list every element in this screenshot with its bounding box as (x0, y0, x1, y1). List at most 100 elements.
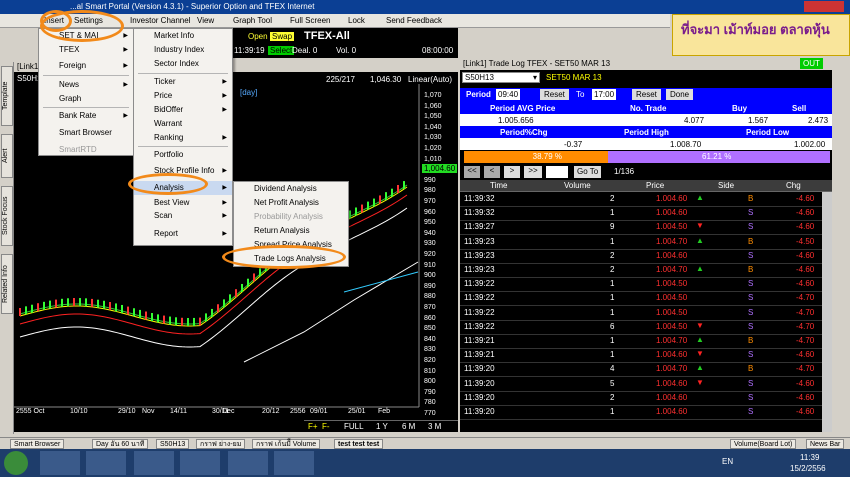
menu-insert[interactable]: Insert (44, 14, 64, 28)
menu-item-portfolio[interactable]: Portfolio (134, 148, 232, 162)
menu-item-market-info[interactable]: Market Info (134, 29, 232, 43)
table-row[interactable]: 11:39:27 9 1.004.50 ▼ S -4.60 (460, 220, 832, 236)
news-bar-button[interactable]: News Bar (806, 439, 845, 449)
menu-item-price[interactable]: Price ▶ (134, 89, 232, 103)
line-icon[interactable] (274, 451, 314, 475)
explorer-icon[interactable] (86, 451, 126, 475)
symbol-select[interactable]: S50H13 ▾ (462, 72, 540, 83)
page-input[interactable] (546, 166, 568, 178)
menu-item-analysis[interactable]: Analysis ▶ (134, 181, 232, 195)
tab-graph-volume[interactable]: กราฟ เก้นมีี Volume (252, 439, 321, 449)
menu-item-stock-profile[interactable]: Stock Profile Info ▶ (134, 164, 232, 178)
menu-item-tfex[interactable]: TFEX ▶ (39, 43, 133, 57)
x-date-label: 09/01 (310, 408, 328, 415)
period-from-input[interactable]: 09:40 (496, 89, 521, 100)
out-button[interactable]: OUT (800, 58, 823, 69)
tab-alert[interactable]: Alert (1, 134, 13, 178)
scrollbar[interactable] (822, 192, 832, 432)
table-row[interactable]: 11:39:20 1 1.004.60 S -4.60 (460, 405, 832, 420)
ad-banner[interactable]: ที่จะมา เม้าท์มอย ตลาดหุ้น (672, 14, 850, 56)
menu-item-trade-logs-analysis[interactable]: Trade Logs Analysis (234, 252, 348, 266)
menu-item-report[interactable]: Report ▶ (134, 227, 232, 241)
menu-item-net-profit-analysis[interactable]: Net Profit Analysis (234, 196, 348, 210)
f-plus-button[interactable]: F+ (308, 422, 318, 431)
menu-item-dividend-analysis[interactable]: Dividend Analysis (234, 182, 348, 196)
table-row[interactable]: 11:39:20 2 1.004.60 S -4.60 (460, 391, 832, 406)
tab-smart-browser[interactable]: Smart Browser (10, 439, 65, 449)
period-full[interactable]: FULL (344, 422, 364, 431)
select-button[interactable]: Select (268, 46, 295, 55)
arrow-down-icon: ▼ (696, 377, 704, 387)
menu-item-spread-price-analysis[interactable]: Spread Price Analysis (234, 238, 348, 252)
menu-item-ticker[interactable]: Ticker ▶ (134, 75, 232, 89)
menu-send-feedback[interactable]: Send Feedback (386, 14, 442, 28)
first-page-icon[interactable]: << (464, 166, 480, 178)
next-page-icon[interactable]: > (504, 166, 520, 178)
language-indicator[interactable]: EN (722, 457, 733, 466)
candle (235, 289, 237, 298)
table-row[interactable]: 11:39:22 1 1.004.50 S -4.60 (460, 277, 832, 293)
menu-item-scan[interactable]: Scan ▶ (134, 209, 232, 223)
menu-item-best-view[interactable]: Best View ▶ (134, 196, 232, 210)
volume-board-lot[interactable]: Volume(Board Lot) (730, 439, 797, 449)
swap-button[interactable]: Swap (270, 32, 295, 41)
tab-related-info[interactable]: Related Info (1, 254, 13, 314)
start-icon[interactable] (4, 451, 28, 475)
x-date-label: 10/10 (70, 408, 88, 415)
menu-investor-channel[interactable]: Investor Channel (130, 14, 190, 28)
period-1y[interactable]: 1 Y (376, 422, 388, 431)
tab-template[interactable]: Template (1, 66, 13, 126)
table-row[interactable]: 11:39:32 2 1.004.60 ▲ B -4.60 (460, 192, 832, 207)
app-icon[interactable] (134, 451, 174, 475)
table-row[interactable]: 11:39:21 1 1.004.70 ▲ B -4.70 (460, 334, 832, 349)
table-row[interactable]: 11:39:22 6 1.004.50 ▼ S -4.70 (460, 320, 832, 335)
menu-graph-tool[interactable]: Graph Tool (233, 14, 272, 28)
done-button[interactable]: Done (666, 89, 694, 100)
menu-item-graph[interactable]: Graph (39, 92, 133, 106)
window-controls[interactable] (804, 1, 844, 12)
menu-item-warrant[interactable]: Warrant (134, 117, 232, 131)
table-row[interactable]: 11:39:32 1 1.004.60 S -4.60 (460, 206, 832, 222)
tab-day-60[interactable]: Day อัน 60 นาที (92, 439, 149, 449)
menu-lock[interactable]: Lock (348, 14, 365, 28)
menu-item-bidoffer[interactable]: BidOffer ▶ (134, 103, 232, 117)
menu-item-ranking[interactable]: Ranking ▶ (134, 131, 232, 145)
chrome-icon[interactable] (180, 451, 220, 475)
table-row[interactable]: 11:39:23 2 1.004.70 ▲ B -4.60 (460, 263, 832, 278)
tab-stock-focus[interactable]: Stock Focus (1, 186, 13, 246)
ie-icon[interactable] (40, 451, 80, 475)
menu-item-industry-index[interactable]: Industry Index (134, 43, 232, 57)
trade-table[interactable]: 11:39:32 2 1.004.60 ▲ B -4.60 11:39:32 1 1.004.6… (460, 192, 832, 432)
tab-s50h13[interactable]: S50H13 (156, 439, 190, 449)
menu-item-set-mai[interactable]: SET & MAI ▶ (39, 29, 133, 43)
prev-page-icon[interactable]: < (484, 166, 500, 178)
tab-graph-1[interactable]: กราฟ ย่าง-ยม (196, 439, 246, 449)
period-6m[interactable]: 6 M (402, 422, 415, 431)
y-tick-label: 770 (424, 410, 436, 417)
table-row[interactable]: 11:39:20 4 1.004.70 ▲ B -4.70 (460, 362, 832, 378)
menu-item-bank-rate[interactable]: Bank Rate ▶ (39, 109, 133, 123)
media-icon[interactable] (228, 451, 268, 475)
table-row[interactable]: 11:39:21 1 1.004.60 ▼ S -4.60 (460, 348, 832, 364)
last-page-icon[interactable]: >> (524, 166, 542, 178)
menu-item-news[interactable]: News ▶ (39, 78, 133, 92)
menu-item-sector-index[interactable]: Sector Index (134, 57, 232, 71)
goto-button[interactable]: Go To (574, 166, 602, 178)
table-row[interactable]: 11:39:22 1 1.004.50 S -4.70 (460, 306, 832, 321)
table-row[interactable]: 11:39:22 1 1.004.50 S -4.70 (460, 291, 832, 307)
menu-view[interactable]: View (197, 14, 214, 28)
period-3m[interactable]: 3 M (428, 422, 441, 431)
f-minus-button[interactable]: F- (322, 422, 330, 431)
menu-settings[interactable]: Settings (74, 14, 103, 28)
table-row[interactable]: 11:39:20 5 1.004.60 ▼ S -4.60 (460, 377, 832, 392)
reset-from-button[interactable]: Reset (540, 89, 569, 100)
reset-to-button[interactable]: Reset (632, 89, 661, 100)
table-row[interactable]: 11:39:23 1 1.004.70 ▲ B -4.50 (460, 235, 832, 250)
period-to-input[interactable]: 17:00 (592, 89, 617, 100)
tab-test[interactable]: test test test (334, 439, 384, 449)
menu-item-foreign[interactable]: Foreign ▶ (39, 59, 133, 73)
table-row[interactable]: 11:39:23 2 1.004.60 S -4.60 (460, 249, 832, 264)
menu-item-return-analysis[interactable]: Return Analysis (234, 224, 348, 238)
menu-item-smart-browser[interactable]: Smart Browser (39, 126, 133, 140)
menu-full-screen[interactable]: Full Screen (290, 14, 330, 28)
